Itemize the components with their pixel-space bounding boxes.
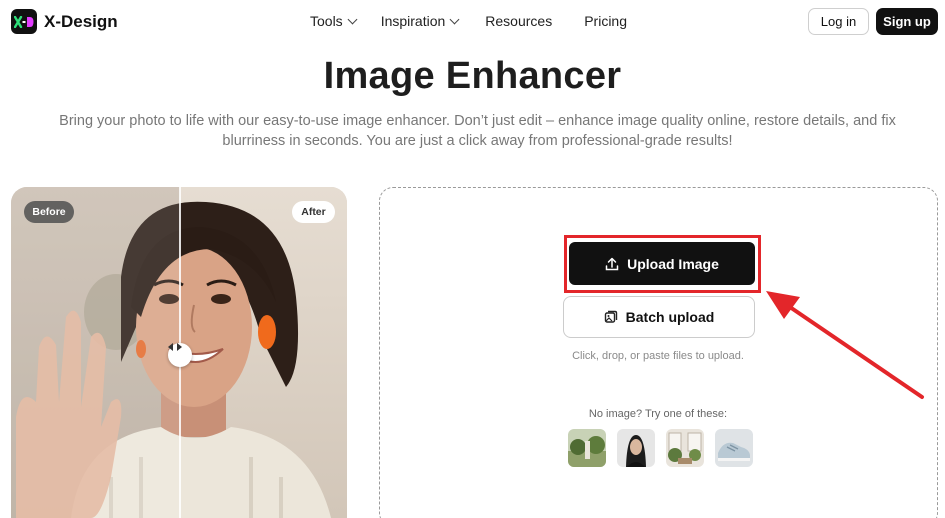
after-badge: After (292, 201, 335, 223)
page-subtitle: Bring your photo to life with our easy-t… (59, 113, 896, 149)
before-badge: Before (24, 201, 74, 223)
signup-button[interactable]: Sign up (876, 8, 938, 35)
sample-images (568, 429, 753, 467)
red-arrow (766, 291, 924, 399)
logo-icon (11, 9, 37, 34)
upload-icon (605, 257, 619, 270)
menu-label: Tools (310, 13, 343, 29)
sample-sneaker-image[interactable] (715, 429, 753, 467)
menu-item-tools[interactable]: Tools (310, 13, 358, 29)
menu-item-pricing[interactable]: Pricing (584, 13, 627, 29)
slider-handle-icon[interactable] (168, 343, 192, 367)
brand-name: X-Design (44, 11, 118, 31)
sample-portrait-image[interactable] (617, 429, 655, 467)
menu-label: Pricing (584, 13, 627, 29)
menu-label: Resources (485, 13, 553, 29)
menu-label: Inspiration (380, 13, 446, 29)
login-button[interactable]: Log in (808, 8, 869, 35)
sample-room-image[interactable] (666, 429, 704, 467)
top-nav: X-Design Tools Inspiration Resources Pri… (0, 0, 945, 42)
sample-plant-image[interactable] (568, 429, 606, 467)
chevron-down-icon (449, 14, 460, 24)
page-title: Image Enhancer (323, 55, 622, 97)
upload-image-label: Upload Image (627, 255, 719, 272)
upload-hint: Click, drop, or paste files to upload. (572, 350, 744, 362)
sample-prompt: No image? Try one of these: (588, 408, 728, 420)
menu-item-resources[interactable]: Resources (485, 13, 552, 29)
upload-image-button[interactable]: Upload Image (569, 242, 755, 285)
batch-upload-label: Batch upload (625, 309, 715, 325)
before-after-preview: Before After (11, 187, 347, 518)
chevron-down-icon (347, 14, 358, 24)
brand-logo[interactable]: X-Design (11, 9, 118, 34)
main-menu: Tools Inspiration Resources Pricing (310, 13, 627, 29)
batch-upload-icon (604, 310, 617, 323)
batch-upload-button[interactable]: Batch upload (563, 296, 755, 338)
menu-item-inspiration[interactable]: Inspiration (380, 13, 460, 29)
